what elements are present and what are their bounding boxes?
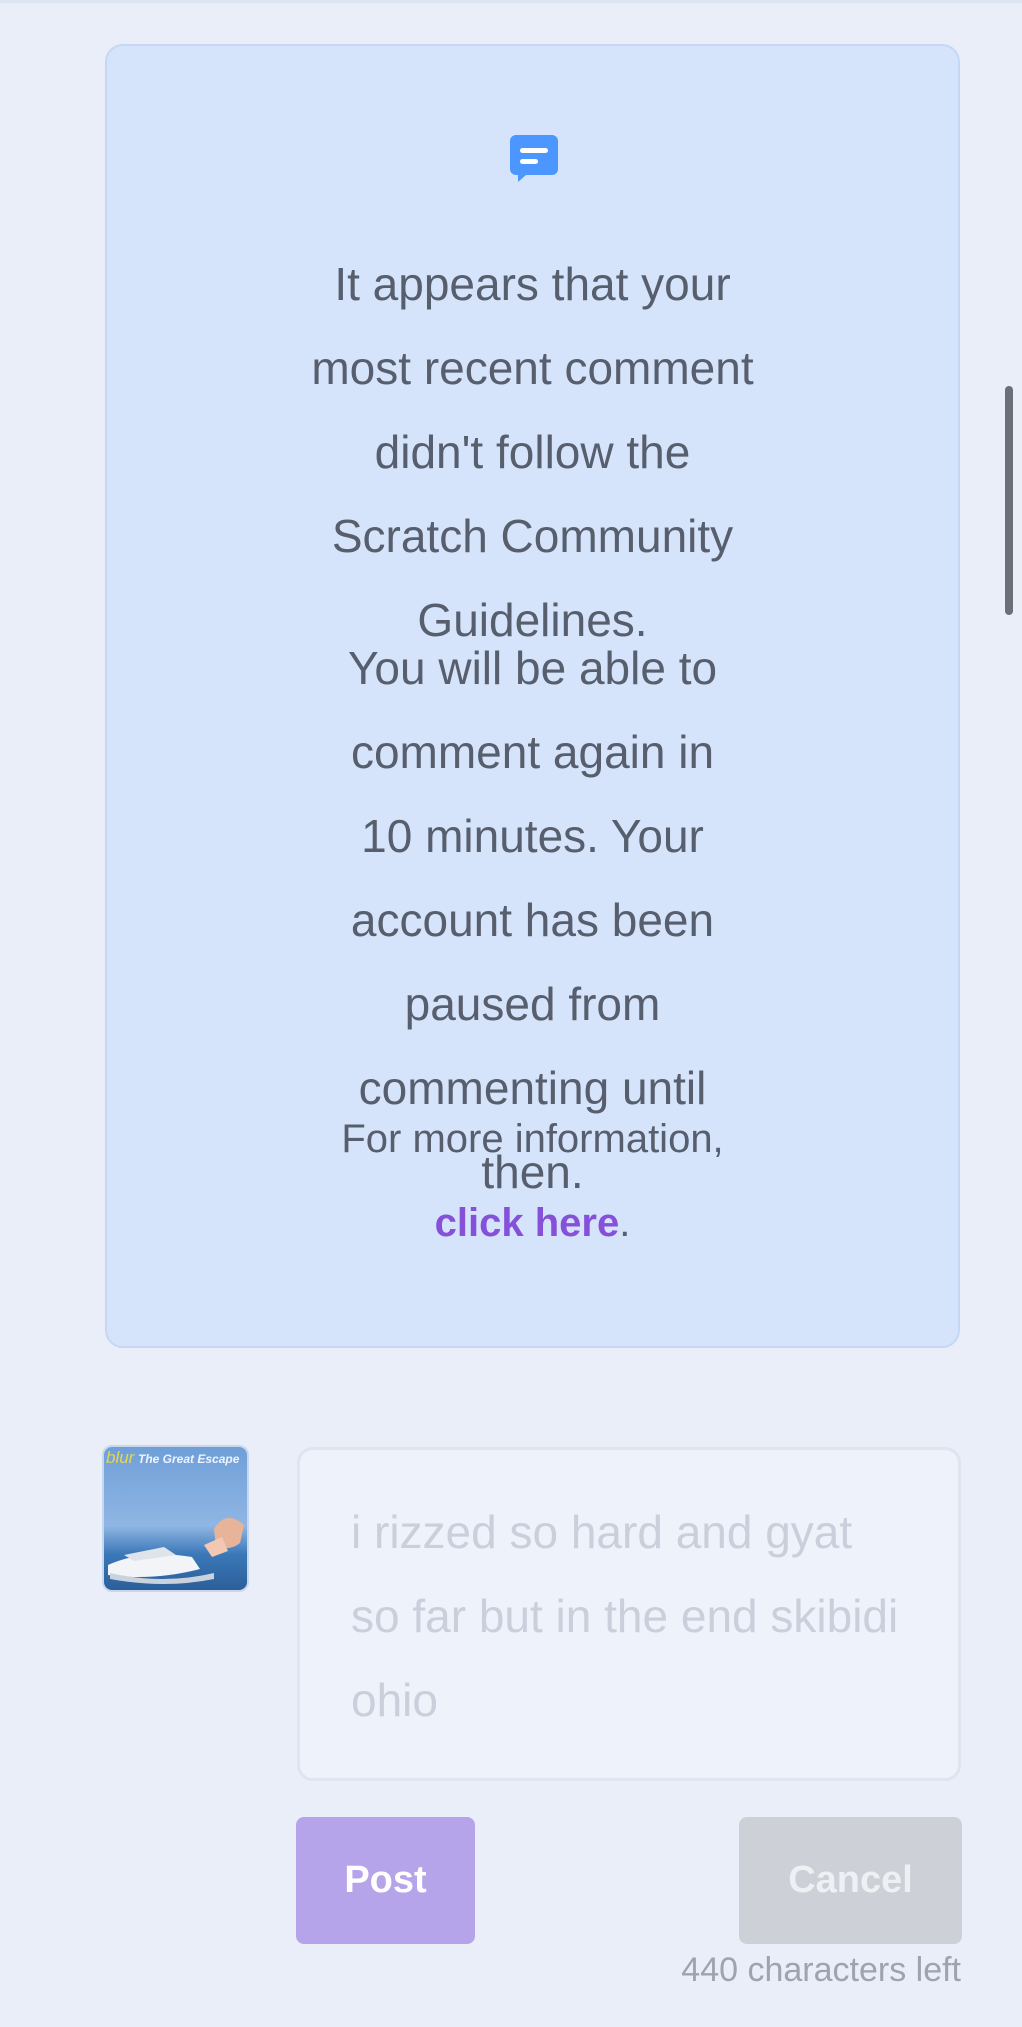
characters-left: 440 characters left bbox=[681, 1951, 961, 1989]
post-button[interactable]: Post bbox=[296, 1817, 475, 1944]
more-info-link[interactable]: click here bbox=[435, 1201, 620, 1245]
comment-input[interactable]: i rizzed so hard and gyat so far but in … bbox=[297, 1447, 961, 1781]
scrollbar-thumb[interactable] bbox=[1005, 386, 1013, 615]
more-info-prefix: For more information, bbox=[341, 1117, 724, 1161]
comment-icon bbox=[510, 135, 558, 182]
notice-main-message: It appears that your most recent comment… bbox=[311, 258, 754, 646]
avatar-band-text: blur bbox=[106, 1448, 136, 1467]
avatar-album-text: The Great Escape bbox=[138, 1452, 240, 1466]
mute-notice-card: It appears that your most recent comment… bbox=[105, 44, 960, 1348]
more-info-suffix: . bbox=[619, 1201, 631, 1245]
cancel-button[interactable]: Cancel bbox=[739, 1817, 962, 1944]
avatar[interactable]: blur The Great Escape bbox=[102, 1445, 249, 1592]
notice-more-info: For more information, click here. bbox=[107, 1097, 958, 1265]
top-divider bbox=[0, 0, 1022, 3]
